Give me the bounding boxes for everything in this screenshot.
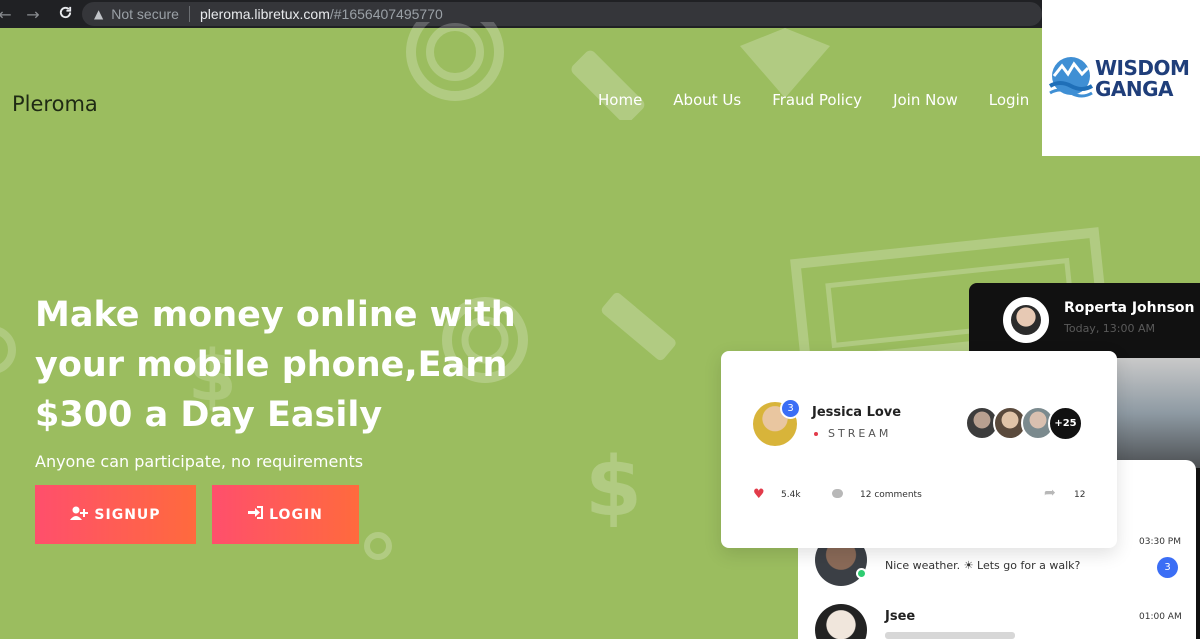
diamond-icon xyxy=(740,28,830,98)
site-brand[interactable]: Pleroma xyxy=(12,92,98,116)
bar-icon xyxy=(601,292,676,361)
browser-toolbar: ← → ▲ Not secure pleroma.libretux.com /#… xyxy=(0,0,1200,28)
chat-time: 03:30 PM xyxy=(1139,537,1181,547)
profile-name: Roperta Johnson xyxy=(1064,300,1195,316)
comments-count: 12 comments xyxy=(860,490,922,500)
watermark-line-2: GANGA xyxy=(1095,77,1174,101)
chat-preview xyxy=(885,632,1015,639)
likes-count: 5.4k xyxy=(781,490,801,500)
viewers-count: +25 xyxy=(1048,406,1083,441)
nav-home[interactable]: Home xyxy=(598,91,642,109)
main-nav: Home About Us Fraud Policy Join Now Logi… xyxy=(598,91,1060,109)
wave-logo-icon xyxy=(1048,57,1094,98)
ring-icon xyxy=(364,532,392,560)
hero-title: Make money online with your mobile phone… xyxy=(35,295,516,435)
profile-avatar xyxy=(1003,297,1049,343)
stream-card xyxy=(721,351,1117,548)
signup-button[interactable]: SIGNUP xyxy=(35,485,196,544)
online-indicator xyxy=(856,568,867,579)
warning-icon: ▲ xyxy=(94,7,104,21)
url-path: /#1656407495770 xyxy=(329,6,443,22)
shares-count: 12 xyxy=(1074,490,1086,500)
forward-icon[interactable]: → xyxy=(22,5,44,24)
coin-icon xyxy=(406,22,504,101)
security-label[interactable]: Not secure xyxy=(111,6,179,22)
watermark-text: WISDOM GANGA xyxy=(1095,56,1190,101)
ring-icon xyxy=(0,327,16,373)
nav-login[interactable]: Login xyxy=(989,91,1029,109)
url-host: pleroma.libretux.com xyxy=(199,6,330,22)
back-icon[interactable]: ← xyxy=(0,5,16,24)
nav-about-us[interactable]: About Us xyxy=(673,91,741,109)
url-divider xyxy=(188,6,190,22)
chat-name: Jsee xyxy=(885,609,916,624)
login-button[interactable]: LOGIN xyxy=(212,485,359,544)
add-user-icon xyxy=(70,506,89,524)
unread-badge: 3 xyxy=(1157,557,1178,578)
live-dot-icon xyxy=(814,432,818,436)
stream-label: STREAM xyxy=(828,427,892,440)
nav-join-now[interactable]: Join Now xyxy=(893,91,958,109)
chat-message: Nice weather. ☀ Lets go for a walk? xyxy=(885,559,1081,572)
hero-subtitle: Anyone can participate, no requirements xyxy=(35,452,364,471)
profile-time: Today, 13:00 AM xyxy=(1064,322,1156,335)
reload-icon[interactable] xyxy=(54,5,76,24)
login-label: LOGIN xyxy=(269,506,323,523)
signup-label: SIGNUP xyxy=(94,506,161,523)
stream-user-name: Jessica Love xyxy=(812,405,902,420)
nav-fraud-policy[interactable]: Fraud Policy xyxy=(772,91,862,109)
dollar-sign-icon: $ xyxy=(585,440,643,535)
share-icon: ➦ xyxy=(1044,485,1056,501)
watermark-logo: WISDOM GANGA xyxy=(1042,0,1200,156)
comment-icon xyxy=(832,489,843,498)
address-bar[interactable]: ▲ Not secure pleroma.libretux.com /#1656… xyxy=(82,2,1042,26)
chat-time: 01:00 AM xyxy=(1139,612,1182,622)
heart-icon: ♥ xyxy=(753,487,765,502)
sign-in-icon xyxy=(248,506,264,523)
notification-badge: 3 xyxy=(780,398,801,419)
watermark-line-1: WISDOM xyxy=(1095,56,1190,80)
